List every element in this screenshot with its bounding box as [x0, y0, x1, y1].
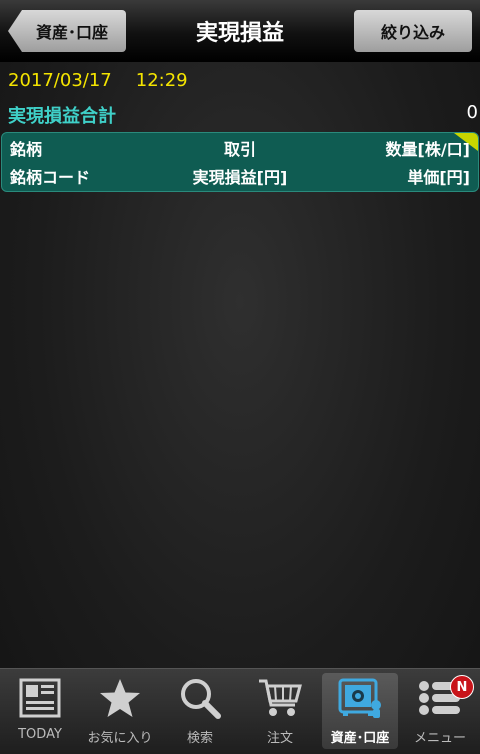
table-header-row-2: 銘柄コード 実現損益[円] 単価[円]	[2, 164, 478, 191]
search-icon	[176, 675, 224, 721]
total-label: 実現損益合計	[8, 106, 116, 127]
column-header-unit-price: 単価[円]	[407, 168, 470, 187]
bottom-tab-bar: TODAY お気に入り 検索 注文 資産･口座 メニュー N	[0, 668, 480, 754]
tab-search[interactable]: 検索	[162, 673, 238, 749]
column-header-quantity: 数量[株/口]	[385, 140, 470, 159]
tab-order[interactable]: 注文	[242, 673, 318, 749]
cart-icon	[256, 675, 304, 721]
notification-badge: N	[450, 675, 474, 699]
table-header-row-1: 銘柄 取引 数量[株/口]	[2, 136, 478, 164]
time-text: 12:29	[135, 70, 188, 91]
star-icon	[96, 675, 144, 721]
tab-label: 注文	[266, 731, 293, 746]
safe-icon	[336, 675, 384, 721]
tab-today[interactable]: TODAY	[2, 673, 78, 749]
tab-label: 検索	[186, 731, 213, 746]
total-value: 0	[466, 102, 478, 123]
filter-button-label: 絞り込み	[380, 23, 445, 42]
realized-pl-total: 実現損益合計 0	[8, 102, 480, 128]
tab-assets[interactable]: 資産･口座	[322, 673, 398, 749]
newspaper-icon	[16, 675, 64, 721]
tab-menu[interactable]: メニュー N	[402, 673, 478, 749]
tab-label: お気に入り	[87, 731, 153, 746]
tab-favorites[interactable]: お気に入り	[82, 673, 158, 749]
tab-label: 資産･口座	[330, 731, 390, 746]
back-button-label: 資産･口座	[35, 23, 108, 42]
app-header: 資産･口座 実現損益 絞り込み	[0, 0, 480, 62]
filter-button[interactable]: 絞り込み	[354, 10, 472, 52]
page-title: 実現損益	[195, 21, 284, 46]
timestamp: 2017/03/17 12:29	[8, 70, 188, 94]
tab-label: メニュー	[413, 731, 466, 746]
date-text: 2017/03/17	[8, 70, 112, 91]
table-header: 銘柄 取引 数量[株/口] 銘柄コード 実現損益[円] 単価[円]	[1, 132, 479, 192]
back-button[interactable]: 資産･口座	[8, 10, 126, 52]
tab-label: TODAY	[18, 727, 62, 742]
